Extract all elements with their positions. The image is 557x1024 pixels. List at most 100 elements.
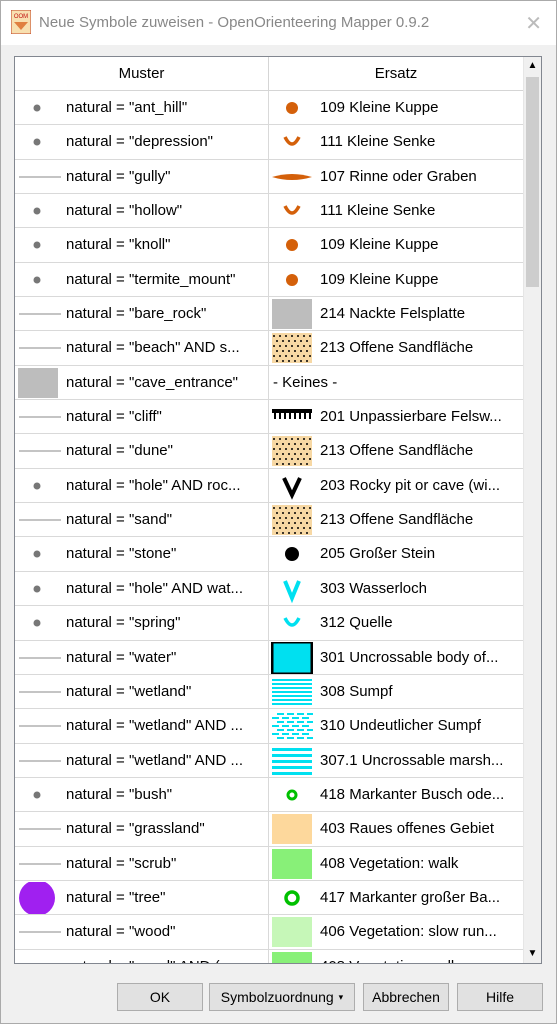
pattern-cell[interactable]: natural = "scrub" bbox=[15, 846, 269, 880]
replacement-cell[interactable]: 203 Rocky pit or cave (wi... bbox=[269, 469, 523, 502]
green-area-icon bbox=[272, 848, 312, 879]
replacement-cell[interactable]: 111 Kleine Senke bbox=[269, 125, 523, 158]
replacement-cell[interactable]: 205 Großer Stein bbox=[269, 537, 523, 570]
replacement-cell[interactable]: 312 Quelle bbox=[269, 606, 523, 639]
table-row[interactable]: natural = "ant_hill" 109 Kleine Kuppe bbox=[15, 91, 523, 126]
pattern-cell[interactable]: natural = "wetland" AND ... bbox=[15, 743, 269, 777]
pattern-cell[interactable]: natural = "bare_rock" bbox=[15, 297, 269, 331]
scroll-up-arrow-icon[interactable]: ▲ bbox=[524, 57, 541, 75]
replacement-cell[interactable]: 406 Vegetation: slow run... bbox=[269, 915, 523, 948]
help-button[interactable]: Hilfe bbox=[457, 983, 543, 1011]
pattern-cell[interactable]: natural = "ant_hill" bbox=[15, 91, 269, 125]
table-row[interactable]: natural = "gully" 107 Rinne oder Graben bbox=[15, 159, 523, 195]
pattern-cell[interactable]: natural = "depression" bbox=[15, 125, 269, 159]
table-row[interactable]: natural = "beach" AND s... 213 Offene San… bbox=[15, 331, 523, 366]
replacement-cell[interactable]: 417 Markanter großer Ba... bbox=[269, 881, 523, 914]
pattern-cell[interactable]: natural = "sand" bbox=[15, 503, 269, 537]
pattern-cell[interactable]: natural = "gully" bbox=[15, 159, 269, 194]
replacement-text: 107 Rinne oder Graben bbox=[320, 167, 477, 185]
scroll-down-arrow-icon[interactable]: ▼ bbox=[524, 945, 541, 963]
pattern-cell[interactable]: natural = "wetland" AND ... bbox=[15, 709, 269, 743]
replacement-cell[interactable]: 109 Kleine Kuppe bbox=[269, 263, 523, 296]
table-row[interactable]: natural = "hollow" 111 Kleine Senke bbox=[15, 194, 523, 229]
table-row[interactable]: natural = "grassland" 403 Raues offenes G… bbox=[15, 812, 523, 847]
table-row[interactable]: natural = "water" 301 Uncrossable body of… bbox=[15, 640, 523, 675]
table-row[interactable]: natural = "hole" AND wat... 303 Wasserloc… bbox=[15, 571, 523, 607]
pattern-cell[interactable]: natural = "grassland" bbox=[15, 812, 269, 846]
pattern-cell[interactable]: natural = "spring" bbox=[15, 606, 269, 640]
green-area-icon bbox=[272, 951, 312, 963]
replacement-cell[interactable]: 201 Unpassierbare Felsw... bbox=[269, 400, 523, 433]
table-row[interactable]: natural = "depression" 111 Kleine Senke bbox=[15, 125, 523, 160]
table-row[interactable]: natural = "dune" 213 Offene Sandfläche bbox=[15, 434, 523, 469]
replacement-cell[interactable]: 303 Wasserloch bbox=[269, 572, 523, 605]
pattern-cell[interactable]: natural = "stone" bbox=[15, 537, 269, 571]
ok-button[interactable]: OK bbox=[117, 983, 203, 1011]
cancel-button[interactable]: Abbrechen bbox=[363, 983, 449, 1011]
pattern-cell[interactable]: natural = "bush" bbox=[15, 777, 269, 812]
pattern-text: natural = "dune" bbox=[66, 442, 173, 460]
replacement-cell[interactable]: 307.1 Uncrossable marsh... bbox=[269, 744, 523, 777]
table-row[interactable]: natural = "spring" 312 Quelle bbox=[15, 606, 523, 641]
dot-icon bbox=[33, 207, 41, 215]
table-row[interactable]: natural = "wetland" AND ... 307.1 Uncross… bbox=[15, 743, 523, 778]
pattern-cell[interactable]: natural = "cliff" bbox=[15, 400, 269, 434]
pattern-cell[interactable]: natural = "hollow" bbox=[15, 194, 269, 228]
pattern-cell[interactable]: natural = "beach" AND s... bbox=[15, 331, 269, 365]
table-row[interactable]: natural = "termite_mount" 109 Kleine Kupp… bbox=[15, 262, 523, 298]
replacement-cell[interactable]: 308 Sumpf bbox=[269, 675, 523, 708]
pattern-cell[interactable]: natural = "termite_mount" bbox=[15, 262, 269, 297]
pattern-cell[interactable]: natural = "knoll" bbox=[15, 228, 269, 262]
table-row[interactable]: natural = "wetland" 308 Sumpf bbox=[15, 674, 523, 710]
pattern-cell[interactable]: natural = "wood" AND (w... bbox=[15, 949, 269, 963]
replacement-cell[interactable]: 418 Markanter Busch ode... bbox=[269, 778, 523, 811]
replacement-cell[interactable]: 111 Kleine Senke bbox=[269, 194, 523, 227]
replacement-cell[interactable]: 109 Kleine Kuppe bbox=[269, 228, 523, 261]
column-header-replacement[interactable]: Ersatz bbox=[269, 57, 523, 91]
table-row[interactable]: natural = "bare_rock" 214 Nackte Felsplat… bbox=[15, 297, 523, 332]
replacement-cell[interactable]: 408 Vegetation: walk bbox=[269, 950, 523, 963]
close-icon[interactable]: ✕ bbox=[525, 11, 542, 36]
pattern-cell[interactable]: natural = "wood" bbox=[15, 915, 269, 949]
column-header-pattern[interactable]: Muster bbox=[15, 57, 269, 91]
pattern-text: natural = "depression" bbox=[66, 133, 213, 151]
table-row[interactable]: natural = "knoll" 109 Kleine Kuppe bbox=[15, 228, 523, 263]
table-row[interactable]: natural = "tree" 417 Markanter großer Ba.… bbox=[15, 880, 523, 916]
pattern-cell[interactable]: natural = "wetland" bbox=[15, 674, 269, 709]
table-row[interactable]: natural = "scrub" 408 Vegetation: walk bbox=[15, 846, 523, 881]
table-row[interactable]: natural = "cliff" 201 Unpassierbare Felsw… bbox=[15, 400, 523, 435]
replacement-cell[interactable]: 310 Undeutlicher Sumpf bbox=[269, 709, 523, 742]
table-row[interactable]: natural = "stone" 205 Großer Stein bbox=[15, 537, 523, 572]
pattern-cell[interactable]: natural = "dune" bbox=[15, 434, 269, 468]
replacement-text: 417 Markanter großer Ba... bbox=[320, 888, 501, 906]
replacement-text: 307.1 Uncrossable marsh... bbox=[320, 751, 504, 769]
table-row[interactable]: natural = "bush" 418 Markanter Busch ode.… bbox=[15, 777, 523, 813]
table-row[interactable]: natural = "hole" AND roc... 203 Rocky pit… bbox=[15, 468, 523, 504]
symbol-mapping-button[interactable]: Symbolzuordnung ▾ bbox=[209, 983, 355, 1011]
line-icon bbox=[19, 313, 61, 315]
table-row[interactable]: natural = "sand" 213 Offene Sandfläche bbox=[15, 503, 523, 538]
pattern-cell[interactable]: natural = "hole" AND roc... bbox=[15, 468, 269, 503]
vertical-scrollbar[interactable]: ▲ ▼ bbox=[523, 57, 541, 963]
pattern-cell[interactable]: natural = "hole" AND wat... bbox=[15, 571, 269, 606]
symbol-mapping-table: Muster Ersatz natural = "ant_hill" 109 Kl… bbox=[14, 56, 542, 964]
replacement-cell[interactable]: 403 Raues offenes Gebiet bbox=[269, 812, 523, 845]
table-row[interactable]: natural = "wood" AND (w... 408 Vegetation… bbox=[15, 949, 523, 963]
replacement-cell[interactable]: 301 Uncrossable body of... bbox=[269, 641, 523, 674]
orange-dot-icon bbox=[286, 273, 298, 286]
replacement-cell[interactable]: - Keines - bbox=[269, 366, 523, 399]
replacement-cell[interactable]: 214 Nackte Felsplatte bbox=[269, 297, 523, 330]
replacement-cell[interactable]: 107 Rinne oder Graben bbox=[269, 160, 523, 193]
pattern-cell[interactable]: natural = "tree" bbox=[15, 880, 269, 915]
pattern-cell[interactable]: natural = "cave_entrance" bbox=[15, 365, 269, 400]
table-row[interactable]: natural = "wetland" AND ... 310 Undeutlic… bbox=[15, 709, 523, 744]
scrollbar-thumb[interactable] bbox=[526, 77, 539, 287]
replacement-cell[interactable]: 213 Offene Sandfläche bbox=[269, 434, 523, 467]
replacement-cell[interactable]: 109 Kleine Kuppe bbox=[269, 91, 523, 124]
table-row[interactable]: natural = "cave_entrance" - Keines - bbox=[15, 365, 523, 401]
replacement-cell[interactable]: 213 Offene Sandfläche bbox=[269, 331, 523, 364]
table-row[interactable]: natural = "wood" 406 Vegetation: slow run… bbox=[15, 915, 523, 950]
replacement-cell[interactable]: 408 Vegetation: walk bbox=[269, 847, 523, 880]
pattern-cell[interactable]: natural = "water" bbox=[15, 640, 269, 674]
replacement-cell[interactable]: 213 Offene Sandfläche bbox=[269, 503, 523, 536]
